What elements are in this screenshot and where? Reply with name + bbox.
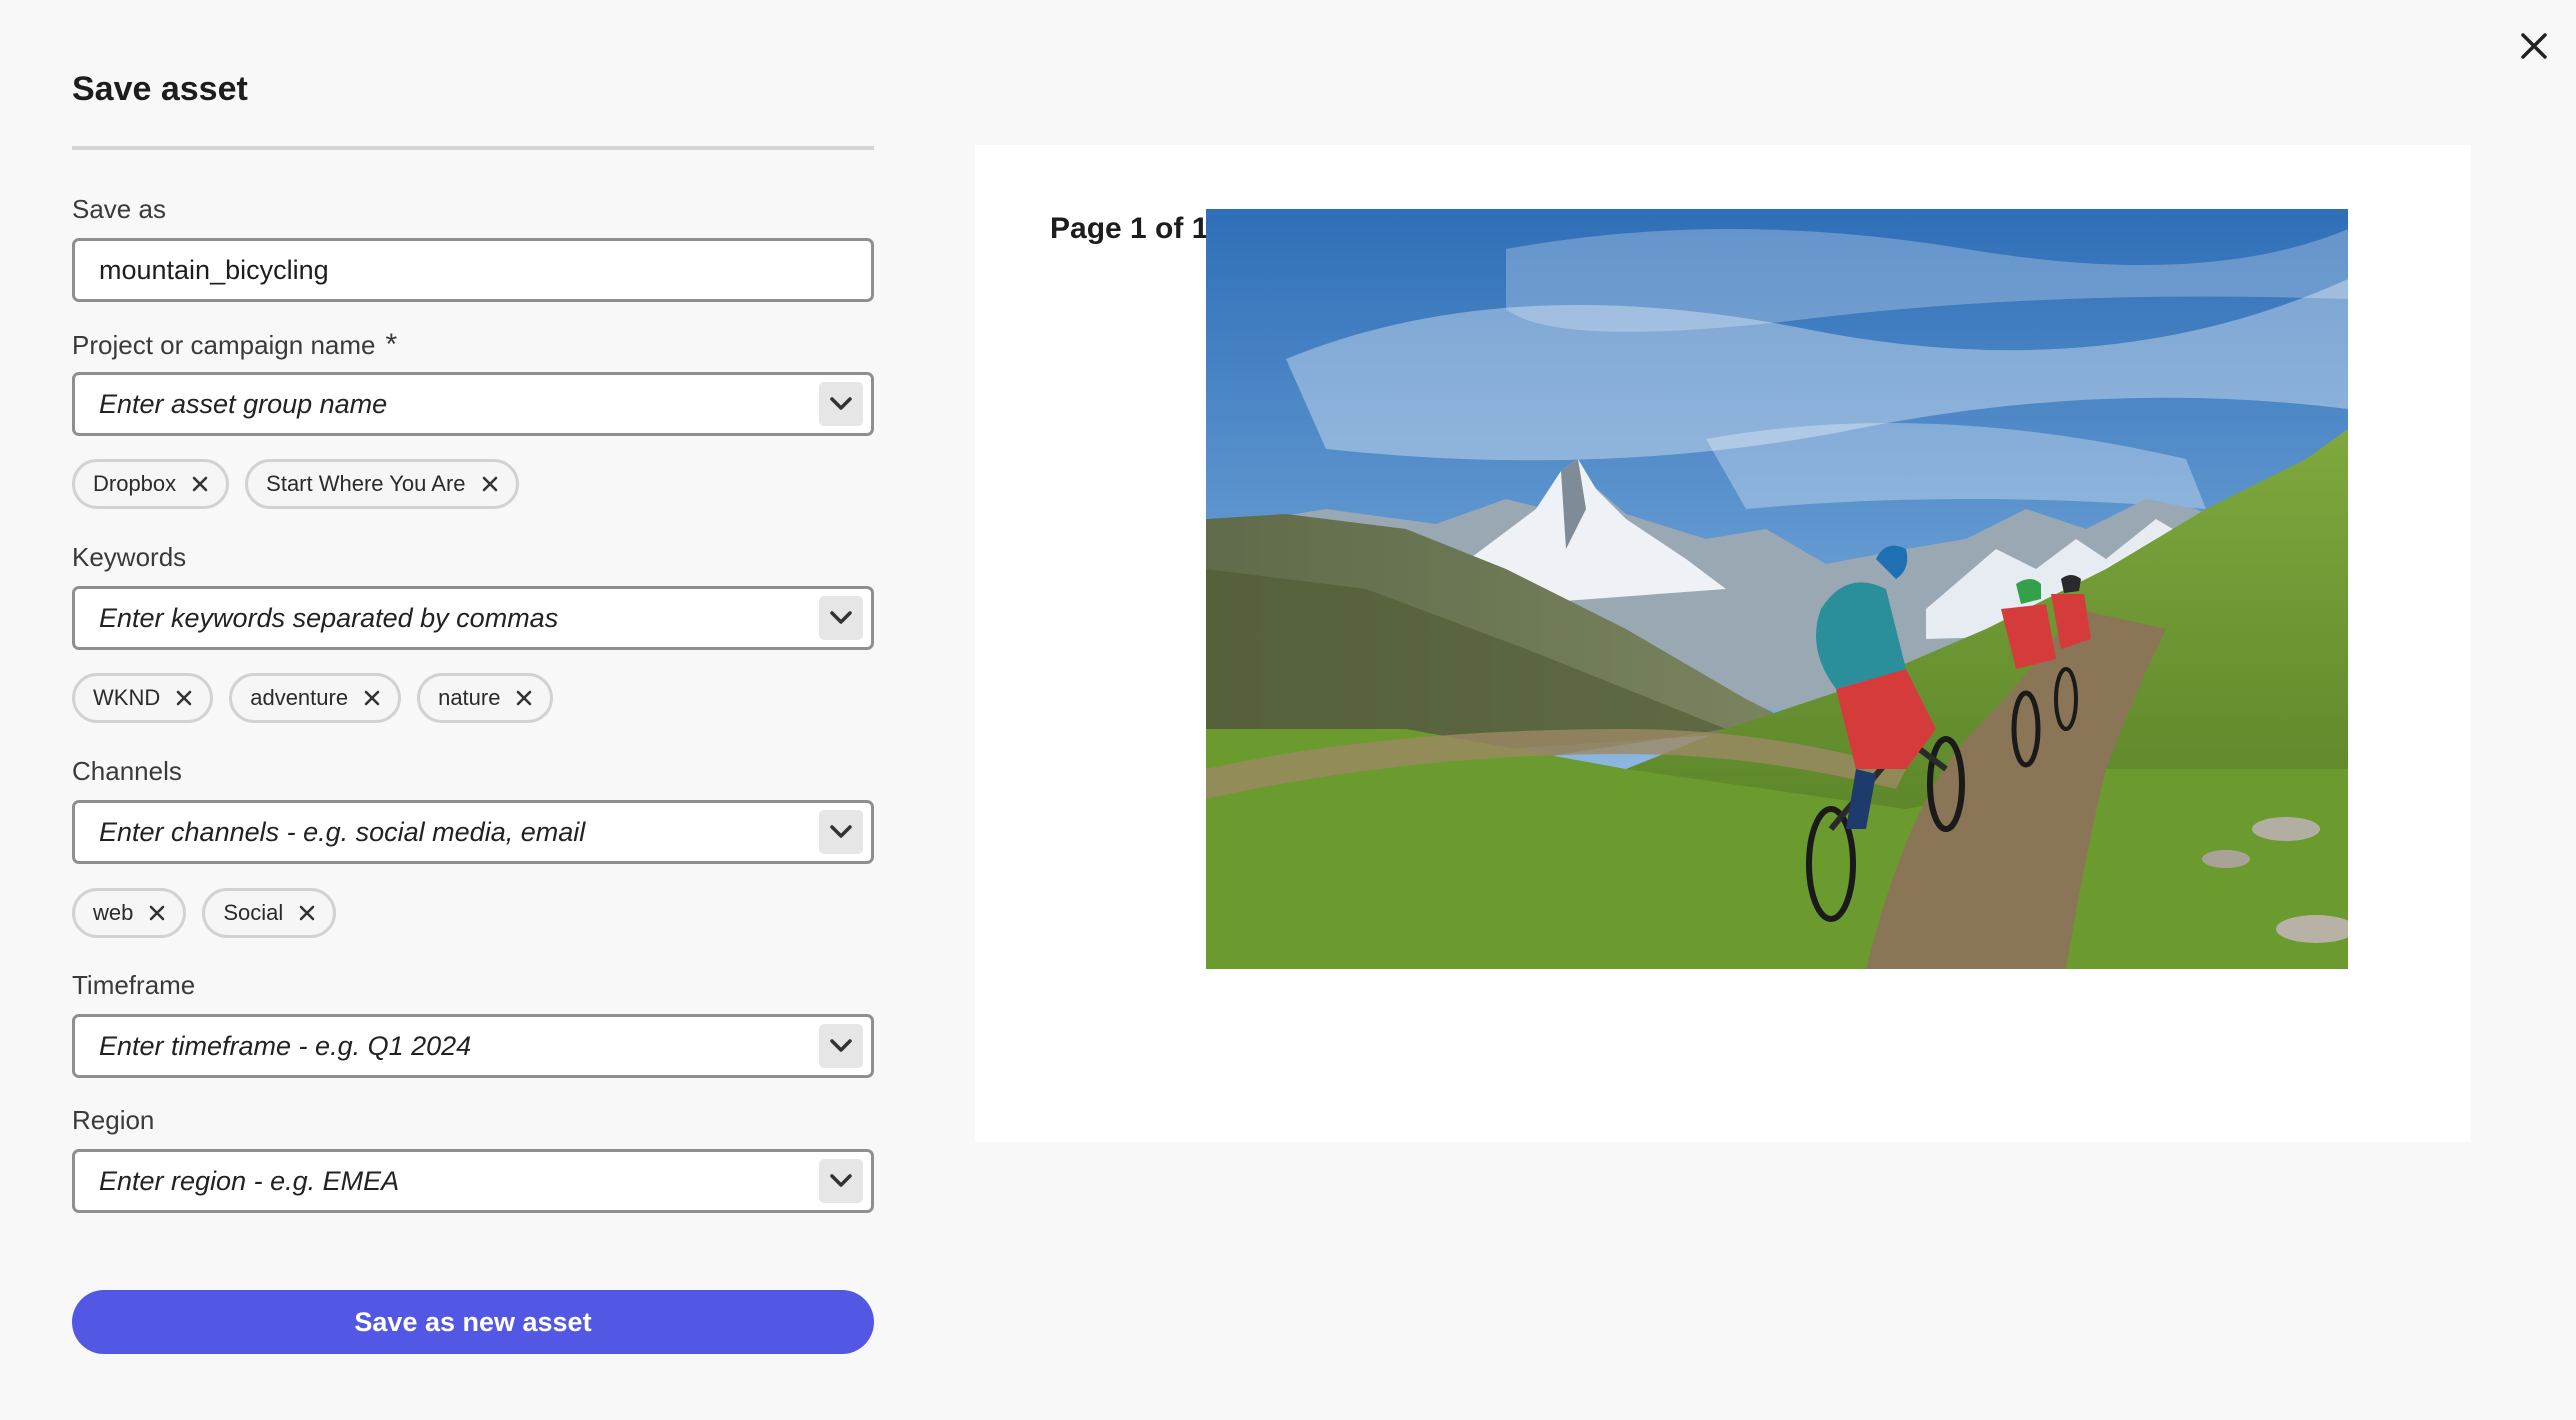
asset-preview-image	[1206, 209, 2348, 969]
region-placeholder[interactable]: Enter region - e.g. EMEA	[75, 1166, 819, 1197]
x-icon	[482, 476, 497, 492]
tag-label: WKND	[93, 685, 161, 710]
keywords-combobox[interactable]: Enter keywords separated by commas	[72, 586, 874, 650]
tag: adventure	[229, 673, 402, 723]
timeframe-label: Timeframe	[72, 970, 196, 1000]
tag: Dropbox	[72, 459, 230, 509]
chevron-down-icon	[830, 1039, 852, 1052]
tag: Start Where You Are	[245, 459, 519, 509]
timeframe-placeholder[interactable]: Enter timeframe - e.g. Q1 2024	[75, 1031, 819, 1062]
chevron-down-icon	[830, 397, 852, 410]
save-as-field[interactable]: mountain_bicycling	[72, 238, 874, 302]
tag-remove-button[interactable]	[190, 474, 210, 494]
tag-label: Social	[223, 900, 284, 925]
tag-remove-button[interactable]	[174, 688, 194, 708]
tag-label: Start Where You Are	[266, 471, 466, 496]
close-button[interactable]	[2512, 24, 2556, 68]
tag-remove-button[interactable]	[297, 903, 317, 923]
timeframe-dropdown-button[interactable]	[819, 1024, 863, 1068]
save-as-new-asset-button[interactable]: Save as new asset	[72, 1290, 874, 1354]
x-icon	[299, 905, 315, 921]
region-label: Region	[72, 1105, 155, 1135]
channels-combobox[interactable]: Enter channels - e.g. social media, emai…	[72, 800, 874, 864]
tag-label: adventure	[250, 685, 349, 710]
chevron-down-icon	[830, 611, 852, 624]
tag: nature	[417, 673, 554, 723]
keywords-label: Keywords	[72, 542, 187, 572]
tag-remove-button[interactable]	[147, 903, 167, 923]
tag: web	[72, 888, 187, 938]
channels-tags: web Social	[72, 888, 337, 938]
tag-remove-button[interactable]	[362, 688, 382, 708]
save-as-value[interactable]: mountain_bicycling	[75, 255, 871, 286]
dialog-title: Save asset	[72, 70, 248, 108]
project-dropdown-button[interactable]	[819, 382, 863, 426]
close-icon	[2521, 33, 2547, 59]
project-tags: Dropbox Start Where You Are	[72, 459, 519, 509]
keywords-placeholder[interactable]: Enter keywords separated by commas	[75, 603, 819, 634]
page-indicator: Page 1 of 1	[1050, 212, 1209, 245]
tag-remove-button[interactable]	[480, 474, 500, 494]
tag: Social	[202, 888, 337, 938]
tag-label: web	[93, 900, 134, 925]
tag-remove-button[interactable]	[514, 688, 534, 708]
keywords-tags: WKND adventure nature	[72, 673, 554, 723]
x-icon	[176, 690, 192, 706]
project-combobox[interactable]: Enter asset group name	[72, 372, 874, 436]
save-as-label: Save as	[72, 194, 166, 224]
tag-label: Dropbox	[93, 471, 177, 496]
region-combobox[interactable]: Enter region - e.g. EMEA	[72, 1149, 874, 1213]
title-divider	[72, 146, 874, 150]
chevron-down-icon	[830, 825, 852, 838]
tag: WKND	[72, 673, 214, 723]
channels-dropdown-button[interactable]	[819, 810, 863, 854]
x-icon	[364, 690, 380, 706]
project-label: Project or campaign name *	[72, 328, 397, 362]
chevron-down-icon	[830, 1174, 852, 1187]
timeframe-combobox[interactable]: Enter timeframe - e.g. Q1 2024	[72, 1014, 874, 1078]
channels-placeholder[interactable]: Enter channels - e.g. social media, emai…	[75, 817, 819, 848]
project-label-text: Project or campaign name	[72, 330, 376, 360]
region-dropdown-button[interactable]	[819, 1159, 863, 1203]
keywords-dropdown-button[interactable]	[819, 596, 863, 640]
x-icon	[150, 905, 165, 921]
x-icon	[517, 690, 532, 706]
project-placeholder[interactable]: Enter asset group name	[75, 389, 819, 420]
x-icon	[192, 476, 208, 492]
required-marker: *	[385, 328, 398, 361]
tag-label: nature	[438, 685, 501, 710]
channels-label: Channels	[72, 756, 182, 786]
